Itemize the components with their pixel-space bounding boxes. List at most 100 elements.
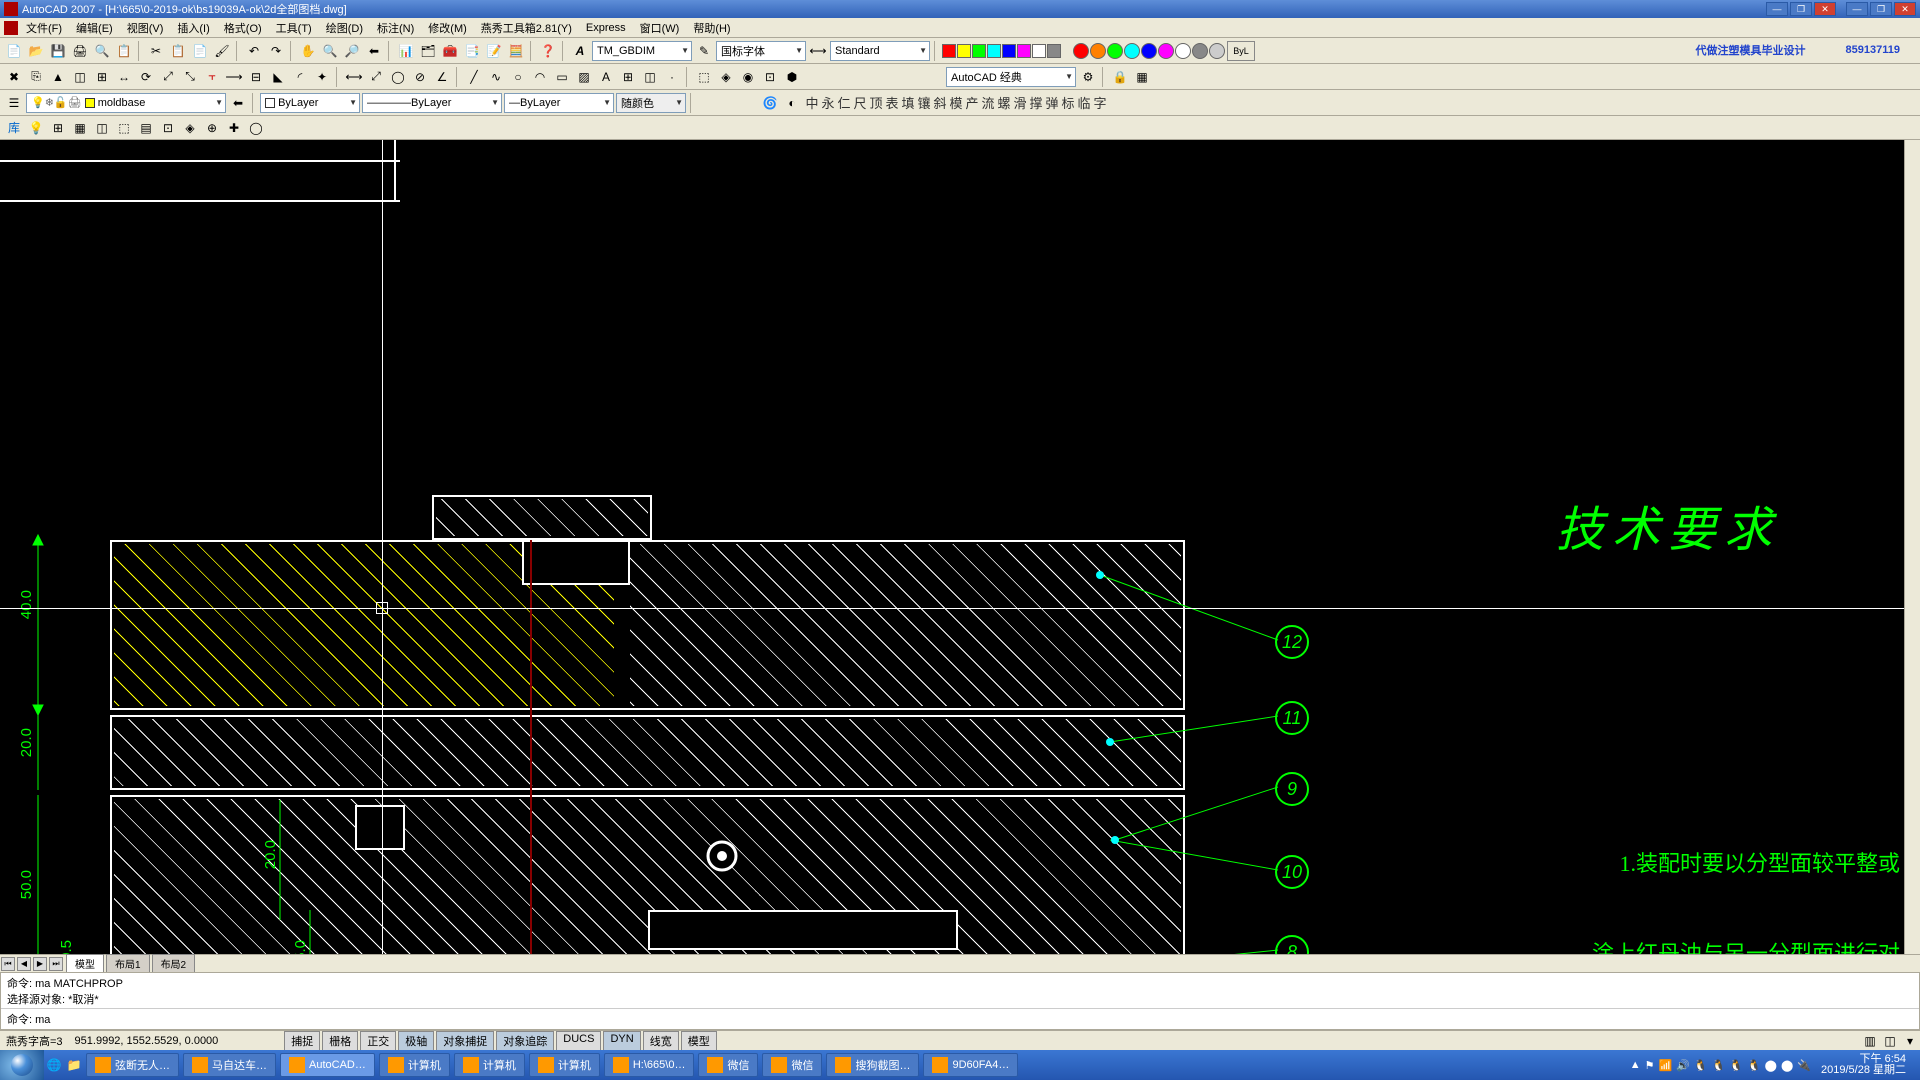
- menu-tools[interactable]: 工具(T): [270, 18, 318, 38]
- taskbar-item[interactable]: AutoCAD…: [280, 1053, 375, 1077]
- tray-misc-icon[interactable]: ⬤: [1781, 1059, 1793, 1072]
- start-button[interactable]: [0, 1050, 44, 1080]
- linetype-select[interactable]: ———— ByLayer: [362, 93, 502, 113]
- ssm-button[interactable]: 📑: [462, 41, 482, 61]
- tab-first[interactable]: ⏮: [1, 957, 15, 971]
- break-button[interactable]: ⊟: [246, 67, 266, 87]
- point-button[interactable]: ·: [662, 67, 682, 87]
- markup-button[interactable]: 📝: [484, 41, 504, 61]
- menu-express[interactable]: Express: [580, 20, 632, 36]
- font-icon[interactable]: ✎: [694, 41, 714, 61]
- et9[interactable]: ◈: [180, 118, 200, 138]
- tray-flag-icon[interactable]: ⚑: [1645, 1059, 1655, 1072]
- calc-button[interactable]: 🧮: [506, 41, 526, 61]
- dim-style-icon[interactable]: ⟷: [808, 41, 828, 61]
- menu-dimension[interactable]: 标注(N): [371, 18, 420, 38]
- paste-button[interactable]: 📄: [190, 41, 210, 61]
- new-button[interactable]: 📄: [4, 41, 24, 61]
- fillet-button[interactable]: ◜: [290, 67, 310, 87]
- minimize-button[interactable]: —: [1766, 2, 1788, 16]
- yanxiu-char[interactable]: 标: [1060, 95, 1076, 111]
- tab-last[interactable]: ⏭: [49, 957, 63, 971]
- doc-restore-button[interactable]: ❐: [1870, 2, 1892, 16]
- dim-angular-button[interactable]: ∠: [432, 67, 452, 87]
- menu-format[interactable]: 格式(O): [218, 18, 268, 38]
- status-icon2[interactable]: ◫: [1880, 1031, 1900, 1051]
- explode-button[interactable]: ✦: [312, 67, 332, 87]
- tb-misc5[interactable]: ⬢: [782, 67, 802, 87]
- yanxiu-char[interactable]: 填: [900, 95, 916, 111]
- line-button[interactable]: ╱: [464, 67, 484, 87]
- pan-button[interactable]: ✋: [298, 41, 318, 61]
- tray-net-icon[interactable]: 📶: [1658, 1059, 1672, 1072]
- command-window[interactable]: 命令: ma MATCHPROP 选择源对象: *取消* 命令: ma: [0, 972, 1920, 1030]
- dim-linear-button[interactable]: ⟷: [344, 67, 364, 87]
- menu-draw[interactable]: 绘图(D): [320, 18, 369, 38]
- quicklaunch-explorer[interactable]: 📁: [64, 1055, 84, 1075]
- snap-正交[interactable]: 正交: [360, 1031, 396, 1051]
- status-icon3[interactable]: ▾: [1900, 1031, 1920, 1051]
- menu-window[interactable]: 窗口(W): [634, 18, 686, 38]
- taskbar-item[interactable]: 搜狗截图…: [826, 1053, 919, 1077]
- bylayer-color-button[interactable]: ByL: [1227, 41, 1255, 61]
- workspace-select[interactable]: AutoCAD 经典: [946, 67, 1076, 87]
- yanxiu-char[interactable]: 撑: [1028, 95, 1044, 111]
- command-line[interactable]: 命令: ma: [1, 1008, 1919, 1029]
- dim-diameter-button[interactable]: ⊘: [410, 67, 430, 87]
- taskbar-item[interactable]: 计算机: [529, 1053, 600, 1077]
- et1[interactable]: 库: [4, 118, 24, 138]
- yanxiu-char[interactable]: 仁: [836, 95, 852, 111]
- yanxiu-char[interactable]: 螺: [996, 95, 1012, 111]
- taskbar-item[interactable]: 马自达车…: [183, 1053, 276, 1077]
- tray-qq-icon[interactable]: 🐧: [1729, 1059, 1743, 1072]
- offset-button[interactable]: ◫: [70, 67, 90, 87]
- yanxiu-char[interactable]: 临: [1076, 95, 1092, 111]
- color-select[interactable]: ByLayer: [260, 93, 360, 113]
- yanxiu-char[interactable]: 永: [820, 95, 836, 111]
- dim-style-select[interactable]: Standard: [830, 41, 930, 61]
- undo-button[interactable]: ↶: [244, 41, 264, 61]
- snap-对象追踪[interactable]: 对象追踪: [496, 1031, 554, 1051]
- dim-aligned-button[interactable]: ⤢: [366, 67, 386, 87]
- text-button[interactable]: A: [596, 67, 616, 87]
- tb-misc2[interactable]: ◈: [716, 67, 736, 87]
- yanxiu-char[interactable]: 产: [964, 95, 980, 111]
- layer-prev-button[interactable]: ⬅: [228, 93, 248, 113]
- tray-power-icon[interactable]: 🔌: [1797, 1059, 1811, 1072]
- ws-settings-button[interactable]: ⚙: [1078, 67, 1098, 87]
- tb-misc3[interactable]: ◉: [738, 67, 758, 87]
- et10[interactable]: ⊕: [202, 118, 222, 138]
- arc-button[interactable]: ◠: [530, 67, 550, 87]
- taskbar-item[interactable]: 9D60FA4…: [923, 1053, 1018, 1077]
- preview-button[interactable]: 🔍: [92, 41, 112, 61]
- table-button[interactable]: ⊞: [618, 67, 638, 87]
- tab-prev[interactable]: ◀: [17, 957, 31, 971]
- menu-edit[interactable]: 编辑(E): [70, 18, 119, 38]
- et3[interactable]: ⊞: [48, 118, 68, 138]
- et6[interactable]: ⬚: [114, 118, 134, 138]
- ws-lock-button[interactable]: 🔒: [1110, 67, 1130, 87]
- menu-view[interactable]: 视图(V): [121, 18, 170, 38]
- lineweight-select[interactable]: — ByLayer: [504, 93, 614, 113]
- text-style-icon[interactable]: A: [570, 41, 590, 61]
- menu-insert[interactable]: 插入(I): [171, 18, 215, 38]
- yanxiu-char[interactable]: 字: [1092, 95, 1108, 111]
- tab-model[interactable]: 模型: [66, 954, 104, 973]
- yanxiu-char[interactable]: 顶: [868, 95, 884, 111]
- snap-栅格[interactable]: 栅格: [322, 1031, 358, 1051]
- et4[interactable]: ▦: [70, 118, 90, 138]
- tb-misc4[interactable]: ⊡: [760, 67, 780, 87]
- scale-button[interactable]: ⤢: [158, 67, 178, 87]
- erase-button[interactable]: ✖: [4, 67, 24, 87]
- restore-button[interactable]: ❐: [1790, 2, 1812, 16]
- redo-button[interactable]: ↷: [266, 41, 286, 61]
- yx-icon1[interactable]: 🌀: [760, 93, 780, 113]
- taskbar-item[interactable]: 计算机: [379, 1053, 450, 1077]
- cut-button[interactable]: ✂: [146, 41, 166, 61]
- zoom-win-button[interactable]: 🔎: [342, 41, 362, 61]
- copy-button[interactable]: 📋: [168, 41, 188, 61]
- yanxiu-char[interactable]: 弹: [1044, 95, 1060, 111]
- yanxiu-char[interactable]: 模: [948, 95, 964, 111]
- tray-icon[interactable]: ▲: [1630, 1059, 1641, 1071]
- properties-button[interactable]: 📊: [396, 41, 416, 61]
